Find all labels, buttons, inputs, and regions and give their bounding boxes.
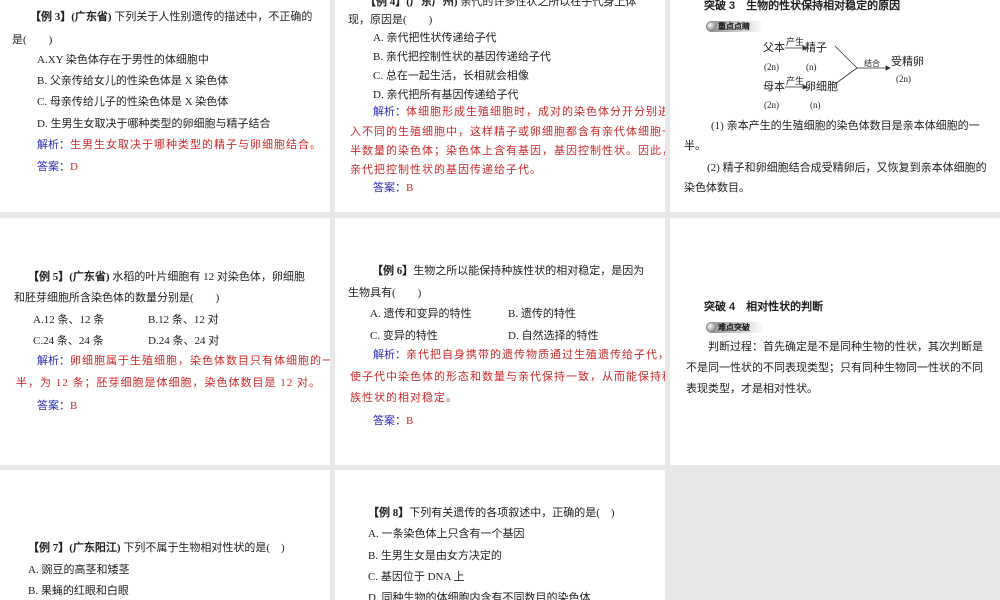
- source: (广东广州): [406, 0, 458, 8]
- option-b: B. 遗传的特性: [508, 308, 576, 320]
- option-b: B.12 条、12 对: [148, 314, 219, 326]
- example-tag: 【例 7】: [28, 542, 70, 554]
- answer: 答案：D: [37, 160, 79, 174]
- analysis-text: 族性状的相对稳定。: [350, 392, 458, 404]
- example-tag: 【例 4】: [365, 0, 407, 8]
- question-text-cont: 是( ): [12, 34, 53, 46]
- answer-label: 答案：: [37, 400, 70, 412]
- option-a: A.12 条、12 条: [33, 314, 105, 326]
- slide-example-8: 【例 8】下列有关遗传的各项叙述中，正确的是( ) A. 一条染色体上只含有一个…: [335, 470, 665, 600]
- source: (广东阳江): [69, 542, 121, 554]
- question-stem: 【例 4】(广东广州) 亲代的许多性状之所以在子代身上体: [365, 0, 636, 9]
- option-d: D.24 条、24 对: [148, 335, 220, 347]
- slide-example-5: 【例 5】(广东省) 水稻的叶片细胞有 12 对染色体，卵细胞 和胚芽细胞所含染…: [0, 218, 330, 465]
- analysis-label: 解析：: [37, 355, 70, 367]
- analysis: 解析：亲代把自身携带的遗传物质通过生殖遗传给子代，: [373, 348, 665, 362]
- option-a: A. 亲代把性状传递给子代: [373, 32, 497, 44]
- answer: 答案：B: [37, 399, 78, 413]
- question-text-cont: 和胚芽细胞所含染色体的数量分别是( ): [14, 292, 220, 304]
- slide-example-6: 【例 6】生物之所以能保持种族性状的相对稳定，是因为 生物具有( ) A. 遗传…: [335, 218, 665, 465]
- analysis-label: 解析：: [37, 139, 70, 151]
- slide-breakthrough-3: 突破 3 生物的性状保持相对稳定的原因 重点点睛 父本 产生 精子 (2n) (…: [670, 0, 1000, 212]
- diagram-arrows: [785, 45, 891, 90]
- question-text: 下列不属于生物相对性状的是( ): [123, 542, 285, 554]
- analysis-label: 解析：: [373, 349, 406, 361]
- paragraph: 染色体数目。: [684, 182, 750, 194]
- paragraph: 判断过程：首先确定是不是同种生物的性状，其次判断是: [708, 341, 983, 353]
- slide-breakthrough-4: 突破 4 相对性状的判断 难点突破 判断过程：首先确定是不是同种生物的性状，其次…: [670, 218, 1000, 465]
- section-title: 突破 4 相对性状的判断: [704, 301, 824, 313]
- example-tag: 【例 6】: [372, 265, 414, 277]
- option-d: D. 生男生女取决于哪种类型的卵细胞与精子结合: [37, 118, 271, 130]
- question-stem: 【例 7】(广东阳江) 下列不属于生物相对性状的是( ): [28, 541, 285, 555]
- option-d: D. 自然选择的特性: [508, 330, 599, 342]
- option-c: C.24 条、24 条: [33, 335, 104, 347]
- question-stem: 【例 6】生物之所以能保持种族性状的相对稳定，是因为: [372, 264, 644, 278]
- analysis-text: 卵细胞属于生殖细胞，染色体数目只有体细胞的一: [70, 355, 330, 367]
- option-b: B. 生男生女是由女方决定的: [368, 550, 502, 562]
- question-text-cont: 生物具有( ): [348, 287, 422, 299]
- example-tag: 【例 5】: [28, 271, 70, 283]
- answer-label: 答案：: [373, 415, 406, 427]
- analysis-text: 亲代把自身携带的遗传物质通过生殖遗传给子代，: [406, 349, 665, 361]
- option-a: A. 一条染色体上只含有一个基因: [368, 528, 525, 540]
- question-stem: 【例 5】(广东省) 水稻的叶片细胞有 12 对染色体，卵细胞: [28, 270, 305, 284]
- analysis-text: 半，为 12 条；胚芽细胞是体细胞，染色体数目是 12 对。: [16, 377, 321, 389]
- example-tag: 【例 8】: [368, 507, 410, 519]
- slide-example-7: 【例 7】(广东阳江) 下列不属于生物相对性状的是( ) A. 豌豆的高茎和矮茎…: [0, 470, 330, 600]
- question-text: 亲代的许多性状之所以在子代身上体: [460, 0, 637, 8]
- option-a: A.XY 染色体存在于男性的体细胞中: [37, 54, 209, 66]
- analysis-text: 入不同的生殖细胞中，这样精子或卵细胞都含有亲代体细胞一: [350, 126, 665, 138]
- analysis-text: 使子代中染色体的形态和数量与亲代保持一致，从而能保持种: [350, 371, 665, 383]
- question-text: 水稻的叶片细胞有 12 对染色体，卵细胞: [112, 271, 305, 283]
- analysis-text: 生男生女取决于哪种类型的精子与卵细胞结合。: [70, 139, 322, 151]
- question-stem: 【例 3】(广东省) 下列关于人性别遗传的描述中，不正确的: [30, 10, 312, 24]
- option-c: C. 母亲传给儿子的性染色体是 X 染色体: [37, 96, 229, 108]
- option-c: C. 总在一起生活，长相就会相像: [373, 70, 529, 82]
- option-c: C. 基因位于 DNA 上: [368, 571, 465, 583]
- option-a: A. 遗传和变异的特性: [370, 308, 472, 320]
- analysis: 解析：生男生女取决于哪种类型的精子与卵细胞结合。: [37, 138, 322, 152]
- analysis: 解析：卵细胞属于生殖细胞，染色体数目只有体细胞的一: [37, 354, 330, 368]
- answer: 答案：B: [373, 181, 414, 195]
- analysis: 解析：体细胞形成生殖细胞时，成对的染色体分开分别进: [373, 105, 665, 119]
- answer-value: D: [70, 161, 79, 173]
- source: (广东省): [69, 271, 110, 283]
- answer-value: B: [406, 182, 415, 194]
- question-stem: 【例 8】下列有关遗传的各项叙述中，正确的是( ): [368, 506, 615, 520]
- option-a: A. 豌豆的高茎和矮茎: [28, 564, 130, 576]
- option-b: B. 果蝇的红眼和白眼: [28, 585, 129, 597]
- question-text-cont: 现，原因是( ): [348, 14, 433, 26]
- paragraph: (2) 精子和卵细胞结合成受精卵后，又恢复到亲本体细胞的: [707, 162, 987, 174]
- option-b: B. 亲代把控制性状的基因传递给子代: [373, 51, 551, 63]
- answer: 答案：B: [373, 414, 414, 428]
- answer-value: B: [406, 415, 415, 427]
- example-tag: 【例 3】: [30, 11, 72, 23]
- analysis-text: 体细胞形成生殖细胞时，成对的染色体分开分别进: [406, 106, 665, 118]
- question-text: 下列关于人性别遗传的描述中，不正确的: [114, 11, 313, 23]
- paragraph: 半。: [684, 140, 706, 152]
- paragraph: 不是同一性状的不同表现类型；只有同种生物同一性状的不同: [686, 362, 983, 374]
- analysis-label: 解析：: [373, 106, 406, 118]
- paragraph: (1) 亲本产生的生殖细胞的染色体数目是亲本体细胞的一: [711, 120, 980, 132]
- question-text: 生物之所以能保持种族性状的相对稳定，是因为: [413, 265, 645, 277]
- slide-example-4: 【例 4】(广东广州) 亲代的许多性状之所以在子代身上体 现，原因是( ) A.…: [335, 0, 665, 212]
- source: (广东省): [71, 11, 112, 23]
- analysis-text: 亲代把控制性状的基因传递给子代。: [350, 164, 542, 176]
- option-b: B. 父亲传给女儿的性染色体是 X 染色体: [37, 75, 229, 87]
- option-d: D. 亲代把所有基因传递给子代: [373, 89, 519, 101]
- question-text: 下列有关遗传的各项叙述中，正确的是( ): [409, 507, 615, 519]
- answer-label: 答案：: [373, 182, 406, 194]
- paragraph: 表现类型，才是相对性状。: [686, 383, 818, 395]
- slide-example-3: 【例 3】(广东省) 下列关于人性别遗传的描述中，不正确的 是( ) A.XY …: [0, 0, 330, 212]
- answer-label: 答案：: [37, 161, 70, 173]
- option-c: C. 变异的特性: [370, 330, 438, 342]
- answer-value: B: [70, 400, 79, 412]
- difficulty-badge: 难点突破: [706, 322, 764, 333]
- analysis-text: 半数量的染色体；染色体上含有基因，基因控制性状。因此，: [350, 145, 665, 157]
- option-d: D. 同种生物的体细胞内含有不同数目的染色体: [368, 592, 591, 600]
